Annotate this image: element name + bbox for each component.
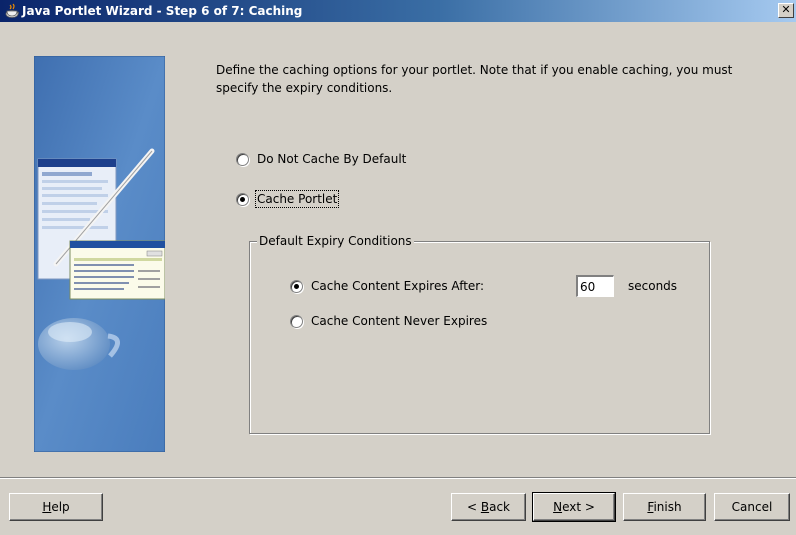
never-expires-label: Cache Content Never Expires	[311, 314, 488, 328]
never-expires-radio[interactable]	[290, 314, 303, 328]
expiry-groupbox	[249, 241, 710, 434]
wizard-side-image	[34, 56, 165, 452]
expires-after-radio[interactable]	[290, 279, 303, 293]
window-title: Java Portlet Wizard - Step 6 of 7: Cachi…	[22, 4, 303, 18]
help-button[interactable]: Help	[9, 493, 103, 521]
expires-after-option[interactable]: Cache Content Expires After:	[290, 278, 484, 294]
expires-after-label: Cache Content Expires After:	[311, 279, 485, 293]
coffee-cup-icon	[5, 3, 20, 18]
back-button[interactable]: < Back	[451, 493, 526, 521]
do-not-cache-label: Do Not Cache By Default	[257, 152, 407, 166]
close-icon: ✕	[781, 3, 791, 16]
close-button[interactable]: ✕	[778, 3, 794, 18]
cache-portlet-radio[interactable]	[236, 192, 249, 206]
next-button[interactable]: Next >	[532, 492, 616, 522]
button-bar-separator	[0, 477, 796, 479]
finish-button[interactable]: Finish	[623, 493, 706, 521]
expiry-seconds-input[interactable]	[576, 275, 614, 297]
cache-portlet-label: Cache Portlet	[254, 190, 340, 208]
cache-portlet-option[interactable]: Cache Portlet	[236, 190, 340, 208]
expiry-groupbox-legend: Default Expiry Conditions	[257, 234, 414, 248]
do-not-cache-option[interactable]: Do Not Cache By Default	[236, 151, 406, 167]
title-bar[interactable]: Java Portlet Wizard - Step 6 of 7: Cachi…	[0, 0, 796, 22]
seconds-unit-label: seconds	[628, 279, 678, 293]
cancel-button[interactable]: Cancel	[714, 493, 790, 521]
intro-text: Define the caching options for your port…	[216, 63, 733, 95]
never-expires-option[interactable]: Cache Content Never Expires	[290, 313, 487, 329]
do-not-cache-radio[interactable]	[236, 152, 249, 166]
